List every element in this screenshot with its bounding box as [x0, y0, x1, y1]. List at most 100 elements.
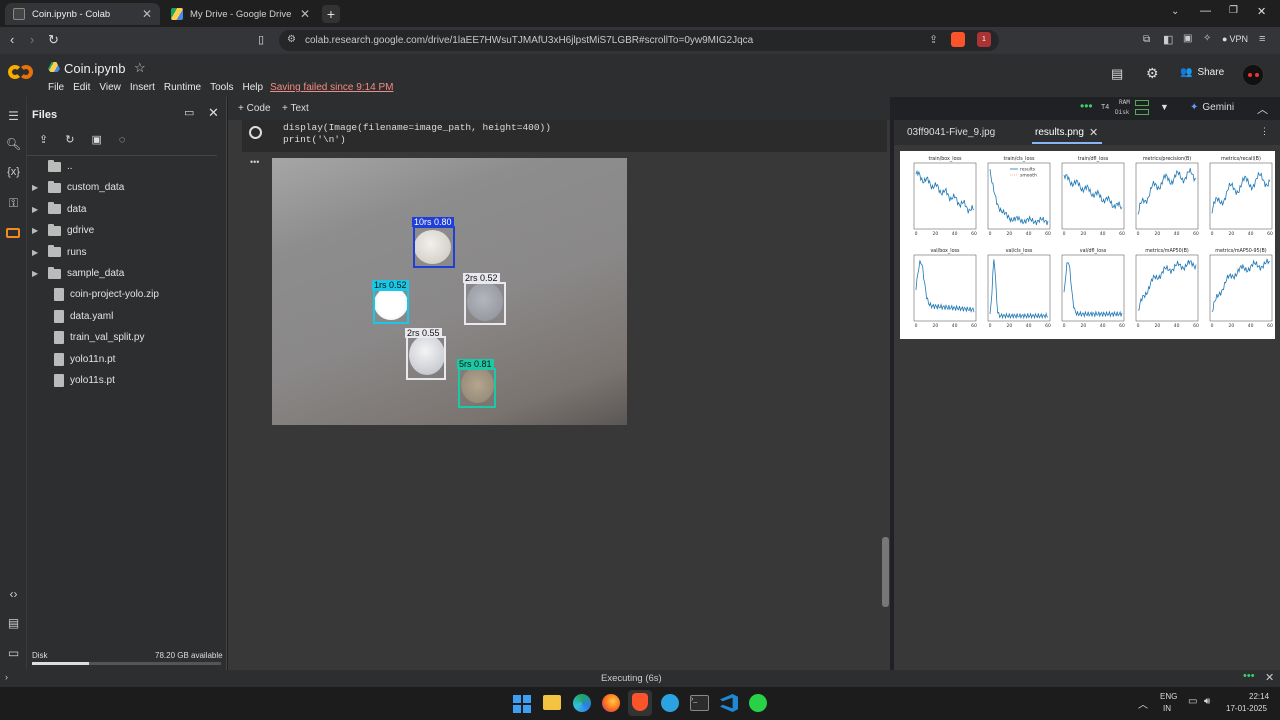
files-folder-icon[interactable]: [6, 228, 20, 238]
rewards-icon[interactable]: 1: [977, 32, 991, 47]
clock-time[interactable]: 22:14: [1249, 692, 1269, 701]
upload-icon[interactable]: ⇪: [39, 133, 48, 146]
menu-file[interactable]: File: [48, 82, 64, 93]
close-icon[interactable]: ✕: [300, 7, 310, 21]
folder-row[interactable]: ▶ custom_data: [32, 177, 124, 198]
close-panel-icon[interactable]: ✕: [208, 105, 219, 121]
volume-icon[interactable]: 🔊︎: [1204, 696, 1210, 707]
close-icon[interactable]: ✕: [1089, 126, 1098, 139]
close-icon[interactable]: ✕: [142, 7, 152, 21]
more-options-icon[interactable]: ⋮: [1260, 126, 1269, 137]
tab-results-png[interactable]: results.png: [1035, 127, 1084, 138]
share-button[interactable]: 👥 Share: [1180, 67, 1224, 78]
chevron-right-icon[interactable]: ▶: [32, 183, 42, 192]
runtime-dropdown-icon[interactable]: ▼: [1160, 102, 1169, 112]
bookmark-icon[interactable]: ▯: [258, 33, 264, 46]
vpn-button[interactable]: ● VPN: [1222, 34, 1248, 44]
file-row[interactable]: train_val_split.py: [32, 327, 144, 348]
tab-image-file[interactable]: 03ff9041-Five_9.jpg: [907, 127, 995, 138]
maximize-icon[interactable]: ❐: [1229, 5, 1238, 16]
wallet-icon[interactable]: ▣: [1183, 33, 1192, 44]
disk-meter[interactable]: [1135, 109, 1149, 115]
folder-row[interactable]: ..: [32, 156, 73, 177]
clock-date[interactable]: 17-01-2025: [1226, 704, 1267, 713]
gemini-button[interactable]: ✦ Gemini: [1190, 102, 1234, 113]
leo-icon[interactable]: ✧: [1203, 33, 1211, 44]
mount-drive-icon[interactable]: ▣: [91, 133, 101, 146]
reload-icon[interactable]: ↻: [48, 32, 59, 48]
settings-gear-icon[interactable]: ⚙: [1146, 65, 1159, 82]
whatsapp-icon[interactable]: [749, 694, 767, 712]
menu-tools[interactable]: Tools: [210, 82, 233, 93]
expand-icon[interactable]: ›: [5, 672, 8, 682]
sidebar-icon[interactable]: ◧: [1163, 33, 1173, 46]
tray-overflow-icon[interactable]: ︿: [1138, 696, 1148, 711]
terminal-app-icon[interactable]: ›_: [690, 695, 709, 711]
chevron-right-icon[interactable]: ▶: [32, 226, 42, 235]
file-row[interactable]: yolo11s.pt: [32, 370, 115, 391]
brave-shields-icon[interactable]: [951, 32, 965, 47]
windows-start-icon[interactable]: [513, 695, 531, 713]
code-snippets-icon[interactable]: ‹›: [0, 587, 27, 601]
close-status-icon[interactable]: ✕: [1265, 671, 1274, 684]
folder-row[interactable]: ▶ sample_data: [32, 263, 124, 284]
status-dots-icon[interactable]: •••: [1243, 670, 1255, 682]
file-row[interactable]: yolo11n.pt: [32, 349, 115, 370]
notebook-title[interactable]: Coin.ipynb: [64, 61, 125, 76]
file-row[interactable]: data.yaml: [32, 306, 113, 327]
ram-meter[interactable]: [1135, 100, 1149, 106]
site-info-icon[interactable]: ⚙: [287, 34, 296, 45]
forward-icon[interactable]: ›: [30, 32, 34, 47]
avatar[interactable]: [1242, 64, 1264, 86]
comments-icon[interactable]: ▤: [1111, 66, 1123, 82]
tab-drive[interactable]: My Drive - Google Drive ✕: [163, 3, 318, 25]
collapse-icon[interactable]: ︿: [1257, 101, 1268, 117]
open-in-tab-icon[interactable]: ▭: [184, 106, 194, 119]
chevron-right-icon[interactable]: ▶: [32, 269, 42, 278]
menu-edit[interactable]: Edit: [73, 82, 90, 93]
colab-logo-icon[interactable]: [8, 65, 33, 79]
secrets-key-icon[interactable]: ⚿: [0, 196, 27, 211]
telegram-icon[interactable]: [661, 694, 679, 712]
output-menu-icon[interactable]: •••: [250, 157, 259, 167]
add-code-button[interactable]: + Code: [238, 103, 271, 114]
command-palette-icon[interactable]: ▤: [0, 616, 27, 630]
toc-icon[interactable]: ☰: [0, 109, 27, 123]
folder-row[interactable]: ▶ data: [32, 199, 86, 220]
url-field[interactable]: ⚙ colab.research.google.com/drive/1laEE7…: [279, 30, 999, 51]
minimize-icon[interactable]: —: [1200, 5, 1211, 17]
folder-row[interactable]: ▶ gdrive: [32, 220, 94, 241]
language-top[interactable]: ENG: [1160, 692, 1177, 701]
share-page-icon[interactable]: ⇪: [929, 33, 938, 46]
hide-icon[interactable]: ◌: [119, 134, 126, 146]
file-explorer-icon[interactable]: [543, 695, 561, 710]
browser-menu-icon[interactable]: ≡: [1259, 33, 1265, 45]
menu-view[interactable]: View: [99, 82, 121, 93]
vscode-icon[interactable]: [720, 694, 738, 712]
new-tab-button[interactable]: +: [322, 5, 340, 23]
save-status-link[interactable]: Saving failed since 9:14 PM: [270, 82, 393, 93]
menu-help[interactable]: Help: [242, 82, 263, 93]
window-close-icon[interactable]: ✕: [1257, 5, 1266, 18]
code-cell[interactable]: display(Image(filename=image_path, heigh…: [242, 120, 887, 152]
runtime-status-icon[interactable]: •••: [1080, 99, 1093, 113]
tab-colab[interactable]: Coin.ipynb - Colab ✕: [5, 3, 160, 25]
folder-row[interactable]: ▶ runs: [32, 242, 86, 263]
extensions-icon[interactable]: ⧉: [1143, 34, 1150, 45]
file-row[interactable]: coin-project-yolo.zip: [32, 284, 159, 305]
terminal-icon[interactable]: ▭: [0, 646, 27, 660]
back-icon[interactable]: ‹: [10, 32, 14, 47]
tab-search-icon[interactable]: ⌄: [1171, 6, 1179, 17]
firefox-icon[interactable]: [602, 694, 620, 712]
variables-icon[interactable]: {x}: [0, 166, 27, 178]
edge-icon[interactable]: [573, 694, 591, 712]
notebook-scrollbar[interactable]: [882, 537, 889, 607]
brave-taskbar-active[interactable]: [628, 690, 652, 716]
menu-runtime[interactable]: Runtime: [164, 82, 201, 93]
refresh-icon[interactable]: ↻: [65, 133, 74, 146]
chevron-right-icon[interactable]: ▶: [32, 205, 42, 214]
wifi-icon[interactable]: ▭: [1188, 696, 1197, 707]
language-bottom[interactable]: IN: [1163, 704, 1171, 713]
search-icon[interactable]: 🔍︎: [0, 137, 27, 151]
add-text-button[interactable]: + Text: [282, 103, 309, 114]
